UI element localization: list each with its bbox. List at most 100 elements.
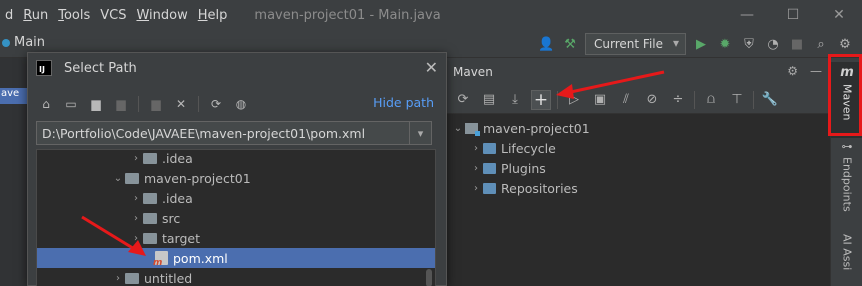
maximize-icon[interactable]: ☐ [770,0,816,30]
tree-label: Lifecycle [501,140,556,156]
plugins-icon [483,162,496,174]
path-input-value: D:\Portfolio\Code\JAVAEE\maven-project01… [42,125,366,141]
tree-item-project[interactable]: ⌄ maven-project01 [447,118,830,138]
refresh-icon[interactable]: ⟳ [206,94,226,114]
tree-label: maven-project01 [483,120,590,136]
folder-icon [143,152,157,164]
settings-icon[interactable]: ⚙ [836,35,854,53]
generate-sources-icon[interactable]: ▤ [479,90,499,110]
add-maven-project-button[interactable]: + [531,89,551,110]
path-input[interactable]: D:\Portfolio\Code\JAVAEE\maven-project01… [36,121,432,145]
chevron-right-icon[interactable]: › [129,153,143,164]
run-config-select[interactable]: Current File [585,33,686,55]
close-icon[interactable]: ✕ [425,58,438,77]
menu-vcs[interactable]: VCS [95,8,131,23]
tree-row-idea-parent[interactable]: › .idea [37,150,435,168]
tree-label: .idea [162,150,193,166]
show-hidden-icon[interactable]: ◍ [231,94,251,114]
folder-icon [125,272,139,284]
tree-label: Plugins [501,160,546,176]
minimize-icon[interactable]: — [724,0,770,30]
profile-icon[interactable]: ◔ [764,35,782,53]
tree-row-pom-xml[interactable]: pom.xml [37,248,435,268]
select-path-dialog: IJ Select Path ✕ ⌂ ▭ ▆ ▆ ▆ ✕ ⟳ ◍ Hide pa… [27,52,447,286]
stop-icon[interactable]: ■ [788,35,806,53]
tree-item-plugins[interactable]: › Plugins [447,158,830,178]
endpoints-tab-label: Endpoints [840,157,854,212]
endpoints-icon: ⊶ [841,140,853,153]
maven-header-icons: ⚙ — [787,64,822,78]
menu-tools[interactable]: Tools [53,8,95,23]
wrench-icon[interactable]: 🔧 [760,90,780,110]
minimize-panel-icon[interactable]: — [810,64,822,78]
tree-label: Repositories [501,180,578,196]
ai-tool-tab[interactable]: AI Assi [831,230,862,270]
analyze-icon[interactable]: ⊤ [727,90,747,110]
maven-module-icon [465,122,480,136]
chevron-right-icon[interactable]: › [111,273,125,284]
menu-window[interactable]: Window [131,8,192,23]
close-window-icon[interactable]: ✕ [816,0,862,30]
chevron-right-icon[interactable]: › [129,213,143,224]
chevron-down-icon[interactable]: ⌄ [451,123,465,134]
hide-path-link[interactable]: Hide path [373,95,434,110]
menu-bar: d Run Tools VCS Window Help maven-projec… [0,0,862,30]
run-icon[interactable]: ▶ [692,35,710,53]
module-folder-icon[interactable]: ▆ [111,94,131,114]
toggle-offline-icon[interactable]: ⫽ [616,90,636,110]
tree-row-target[interactable]: › target [37,228,435,248]
tree-row-idea[interactable]: › .idea [37,188,435,208]
run-goal-icon[interactable]: ▷ [564,90,584,110]
chevron-right-icon[interactable]: › [129,233,143,244]
window-controls: — ☐ ✕ [724,0,862,30]
tree-item-repositories[interactable]: › Repositories [447,178,830,198]
breadcrumb[interactable]: Main [0,35,45,50]
tree-row-src[interactable]: › src [37,208,435,228]
chevron-right-icon[interactable]: › [469,183,483,194]
endpoints-tool-tab[interactable]: ⊶ Endpoints [831,140,862,212]
debug-icon[interactable]: ✹ [716,35,734,53]
chevron-down-icon[interactable]: ⌄ [111,173,125,184]
maven-title: Maven [453,65,493,79]
separator [198,96,199,112]
dialog-titlebar: IJ Select Path [28,53,446,83]
project-strip: ave [0,58,30,286]
highlight-box [828,54,862,136]
file-tree: › .idea ⌄ maven-project01 › .idea › src … [36,149,436,286]
home-icon[interactable]: ⌂ [36,94,56,114]
collapse-all-icon[interactable]: ÷ [668,90,688,110]
gear-icon[interactable]: ⚙ [787,64,798,78]
menu-run[interactable]: Run [18,8,53,23]
hammer-icon[interactable]: ⚒ [561,35,579,53]
reload-icon[interactable]: ⟳ [453,90,473,110]
new-folder-icon[interactable]: ▆ [146,94,166,114]
tree-scrollbar[interactable] [426,269,432,286]
tree-row-maven-project01[interactable]: ⌄ maven-project01 [37,168,435,188]
user-icon[interactable]: 👤 [537,35,555,53]
desktop-icon[interactable]: ▭ [61,94,81,114]
show-dependencies-icon[interactable]: ⩍ [701,90,721,110]
tree-item-lifecycle[interactable]: › Lifecycle [447,138,830,158]
delete-icon[interactable]: ✕ [171,94,191,114]
skip-tests-icon[interactable]: ⊘ [642,90,662,110]
menu-build[interactable]: d [0,8,18,23]
tree-row-untitled[interactable]: › untitled [37,268,435,286]
chevron-right-icon[interactable]: › [469,163,483,174]
download-icon[interactable]: ⤓ [505,90,525,110]
execute-goal-icon[interactable]: ▣ [590,90,610,110]
project-folder-icon[interactable]: ▆ [86,94,106,114]
separator [138,96,139,112]
coverage-icon[interactable]: ⛨ [740,35,758,53]
chevron-right-icon[interactable]: › [469,143,483,154]
breadcrumb-label: Main [14,35,46,50]
search-icon[interactable]: ⌕ [812,35,830,53]
ai-tab-label: AI Assi [840,234,854,271]
class-icon [2,38,10,47]
chevron-down-icon[interactable]: ▾ [409,122,431,144]
folder-icon [143,232,157,244]
editor-tab-fragment[interactable]: ave [0,88,30,104]
separator [694,90,695,109]
chevron-right-icon[interactable]: › [129,193,143,204]
dialog-toolbar: ⌂ ▭ ▆ ▆ ▆ ✕ ⟳ ◍ [36,93,251,115]
menu-help[interactable]: Help [193,8,233,23]
